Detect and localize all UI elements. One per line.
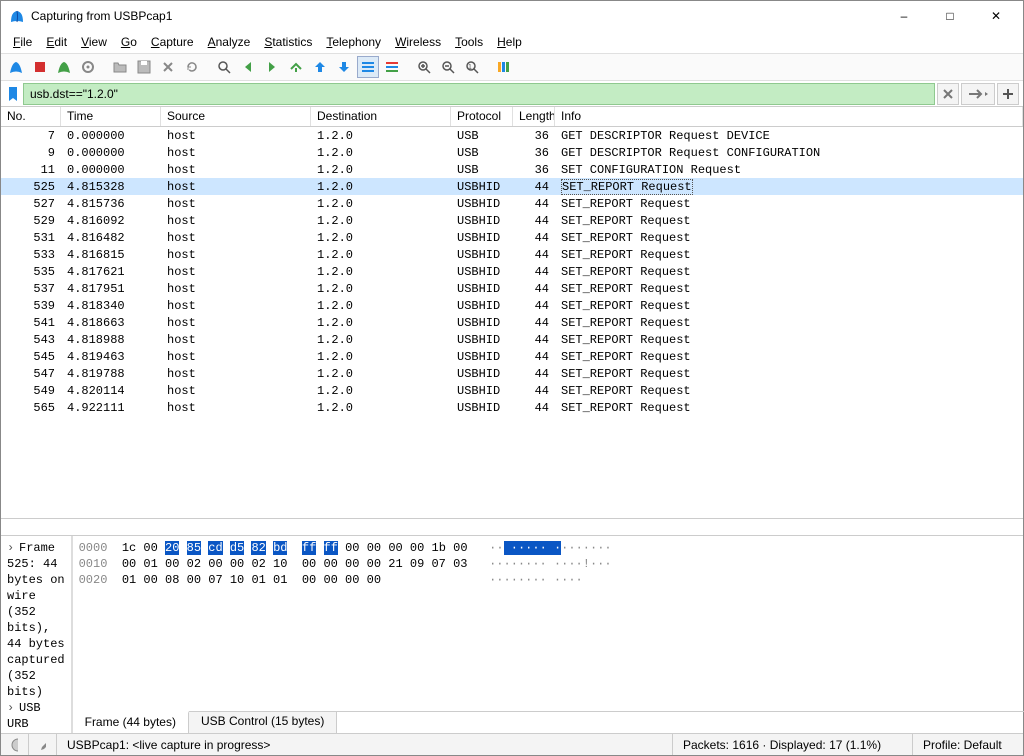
goto-last-icon[interactable] — [333, 56, 355, 78]
lower-panes: Frame 525: 44 bytes on wire (352 bits), … — [1, 535, 1023, 733]
col-destination[interactable]: Destination — [311, 107, 451, 126]
close-file-icon[interactable] — [157, 56, 179, 78]
packet-list[interactable]: No. Time Source Destination Protocol Len… — [1, 107, 1023, 519]
col-protocol[interactable]: Protocol — [451, 107, 513, 126]
save-file-icon[interactable] — [133, 56, 155, 78]
packet-row[interactable]: 5394.818340host1.2.0USBHID44SET_REPORT R… — [1, 297, 1023, 314]
menu-tools[interactable]: Tools — [449, 33, 489, 51]
svg-text:1: 1 — [468, 64, 472, 71]
packet-row[interactable]: 5434.818988host1.2.0USBHID44SET_REPORT R… — [1, 331, 1023, 348]
menu-statistics[interactable]: Statistics — [258, 33, 318, 51]
hex-tab[interactable]: Frame (44 bytes) — [73, 711, 189, 733]
col-time[interactable]: Time — [61, 107, 161, 126]
find-packet-icon[interactable] — [213, 56, 235, 78]
packet-row[interactable]: 5334.816815host1.2.0USBHID44SET_REPORT R… — [1, 246, 1023, 263]
open-file-icon[interactable] — [109, 56, 131, 78]
hex-hscroll[interactable] — [73, 695, 1024, 711]
maximize-button[interactable]: □ — [927, 1, 973, 31]
menu-capture[interactable]: Capture — [145, 33, 200, 51]
toolbar: 1 — [1, 53, 1023, 81]
zoom-in-icon[interactable] — [413, 56, 435, 78]
menu-help[interactable]: Help — [491, 33, 528, 51]
menu-telephony[interactable]: Telephony — [320, 33, 387, 51]
statusbar: USBPcap1: <live capture in progress> Pac… — [1, 733, 1023, 755]
titlebar: Capturing from USBPcap1 – □ ✕ — [1, 1, 1023, 31]
window-title: Capturing from USBPcap1 — [31, 9, 881, 23]
hex-line[interactable]: 0000 1c 00 20 85 cd d5 82 bd ff ff 00 00… — [79, 540, 1024, 556]
start-capture-icon[interactable] — [5, 56, 27, 78]
filter-add-icon[interactable] — [997, 83, 1019, 105]
packet-row[interactable]: 5374.817951host1.2.0USBHID44SET_REPORT R… — [1, 280, 1023, 297]
expert-info-icon[interactable] — [1, 734, 29, 755]
col-length[interactable]: Length — [513, 107, 555, 126]
packet-row[interactable]: 5474.819788host1.2.0USBHID44SET_REPORT R… — [1, 365, 1023, 382]
display-filter-input[interactable] — [23, 83, 935, 105]
status-profile[interactable]: Profile: Default — [913, 734, 1023, 755]
packet-row[interactable]: 5494.820114host1.2.0USBHID44SET_REPORT R… — [1, 382, 1023, 399]
packet-row[interactable]: 5454.819463host1.2.0USBHID44SET_REPORT R… — [1, 348, 1023, 365]
detail-node[interactable]: Frame 525: 44 bytes on wire (352 bits), … — [7, 540, 65, 700]
goto-packet-icon[interactable] — [285, 56, 307, 78]
go-forward-icon[interactable] — [261, 56, 283, 78]
packet-bytes-pane[interactable]: 0000 1c 00 20 85 cd d5 82 bd ff ff 00 00… — [73, 536, 1024, 733]
colorize-icon[interactable] — [381, 56, 403, 78]
status-capture: USBPcap1: <live capture in progress> — [57, 734, 673, 755]
packet-row[interactable]: 90.000000host1.2.0USB36GET DESCRIPTOR Re… — [1, 144, 1023, 161]
app-icon — [9, 8, 25, 24]
filter-bookmark-icon[interactable] — [5, 83, 21, 105]
menu-view[interactable]: View — [75, 33, 113, 51]
go-back-icon[interactable] — [237, 56, 259, 78]
filter-bar — [1, 81, 1023, 107]
packet-list-header[interactable]: No. Time Source Destination Protocol Len… — [1, 107, 1023, 127]
packet-row[interactable]: 5654.922111host1.2.0USBHID44SET_REPORT R… — [1, 399, 1023, 416]
hex-tab[interactable]: USB Control (15 bytes) — [189, 712, 337, 733]
zoom-reset-icon[interactable]: 1 — [461, 56, 483, 78]
col-source[interactable]: Source — [161, 107, 311, 126]
filter-clear-icon[interactable] — [937, 83, 959, 105]
goto-first-icon[interactable] — [309, 56, 331, 78]
col-info[interactable]: Info — [555, 107, 1023, 126]
menu-file[interactable]: File — [7, 33, 38, 51]
hex-line[interactable]: 0020 01 00 08 00 07 10 01 01 00 00 00 00… — [79, 572, 1024, 588]
packet-row[interactable]: 5354.817621host1.2.0USBHID44SET_REPORT R… — [1, 263, 1023, 280]
col-no[interactable]: No. — [1, 107, 61, 126]
packet-row[interactable]: 5314.816482host1.2.0USBHID44SET_REPORT R… — [1, 229, 1023, 246]
zoom-out-icon[interactable] — [437, 56, 459, 78]
menu-edit[interactable]: Edit — [40, 33, 73, 51]
packet-row[interactable]: 70.000000host1.2.0USB36GET DESCRIPTOR Re… — [1, 127, 1023, 144]
resize-columns-icon[interactable] — [493, 56, 515, 78]
stop-capture-icon[interactable] — [29, 56, 51, 78]
hex-line[interactable]: 0010 00 01 00 02 00 00 02 10 00 00 00 00… — [79, 556, 1024, 572]
packet-list-hscroll[interactable] — [1, 519, 1023, 535]
packet-row[interactable]: 5254.815328host1.2.0USBHID44SET_REPORT R… — [1, 178, 1023, 195]
packet-details-pane[interactable]: Frame 525: 44 bytes on wire (352 bits), … — [1, 536, 73, 733]
menu-analyze[interactable]: Analyze — [202, 33, 257, 51]
capture-options-icon[interactable] — [77, 56, 99, 78]
restart-capture-icon[interactable] — [53, 56, 75, 78]
minimize-button[interactable]: – — [881, 1, 927, 31]
filter-apply-icon[interactable] — [961, 83, 995, 105]
menubar: File Edit View Go Capture Analyze Statis… — [1, 31, 1023, 53]
menu-go[interactable]: Go — [115, 33, 143, 51]
packet-row[interactable]: 5414.818663host1.2.0USBHID44SET_REPORT R… — [1, 314, 1023, 331]
packet-row[interactable]: 5274.815736host1.2.0USBHID44SET_REPORT R… — [1, 195, 1023, 212]
menu-wireless[interactable]: Wireless — [389, 33, 447, 51]
edit-capture-comment-icon[interactable] — [29, 734, 57, 755]
detail-node[interactable]: USB URB — [7, 700, 65, 732]
hex-tabs: Frame (44 bytes)USB Control (15 bytes) — [73, 711, 1024, 733]
auto-scroll-icon[interactable] — [357, 56, 379, 78]
packet-row[interactable]: 110.000000host1.2.0USB36SET CONFIGURATIO… — [1, 161, 1023, 178]
packet-row[interactable]: 5294.816092host1.2.0USBHID44SET_REPORT R… — [1, 212, 1023, 229]
status-packets: Packets: 1616 · Displayed: 17 (1.1%) — [673, 734, 913, 755]
reload-icon[interactable] — [181, 56, 203, 78]
close-button[interactable]: ✕ — [973, 1, 1019, 31]
